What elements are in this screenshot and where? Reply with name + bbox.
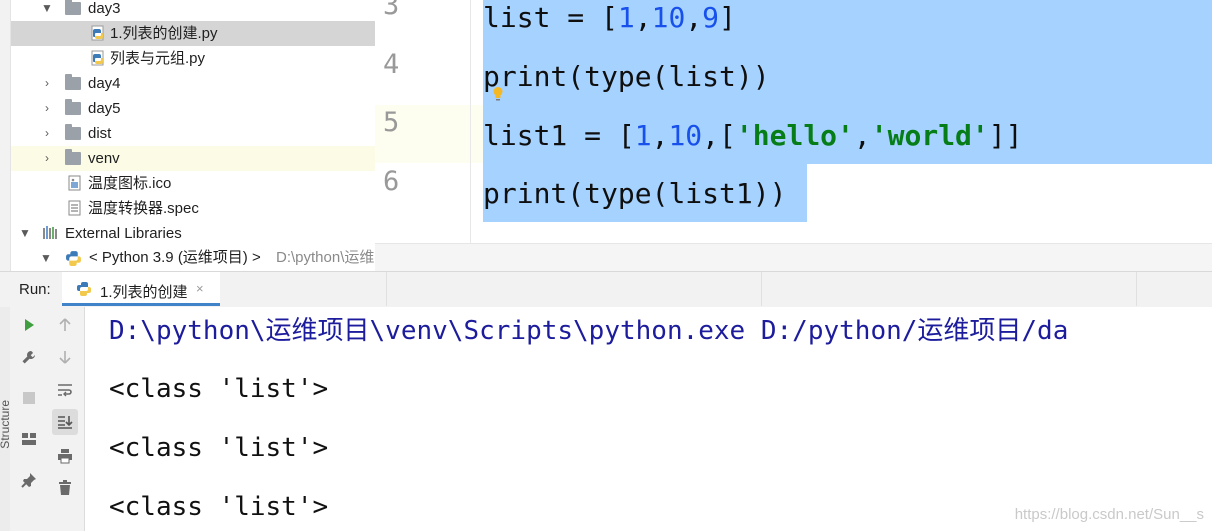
tree-item-list-create-py[interactable]: 1.列表的创建.py — [11, 21, 375, 46]
line-number: 5 — [375, 105, 470, 163]
chevron-right-icon[interactable]: › — [40, 96, 54, 121]
tree-item-temp-ico[interactable]: 温度图标.ico — [11, 171, 375, 196]
tree-item-label: 列表与元组.py — [110, 50, 206, 67]
stop-icon[interactable] — [16, 385, 42, 411]
python-sdk-label: < Python 3.9 (运维项目) > — [89, 249, 261, 266]
chevron-right-icon[interactable]: › — [40, 121, 54, 146]
code-editor[interactable]: 3 4 5 6 list = [1,10,9] print(type(list)… — [375, 0, 1212, 243]
tree-item-label: dist — [88, 125, 112, 142]
tree-item-label: venv — [88, 150, 120, 167]
python-file-icon — [91, 50, 104, 66]
tree-item-dist[interactable]: › dist — [11, 121, 375, 146]
run-panel-header: Run: 1.列表的创建 × — [0, 271, 1212, 308]
tree-item-list-tuple-py[interactable]: 列表与元组.py — [11, 46, 375, 71]
divider — [386, 272, 387, 306]
python-sdk-path: D:\python\运维 — [276, 249, 375, 266]
run-console[interactable]: D:\python\运维项目\venv\Scripts\python.exe D… — [85, 307, 1212, 531]
tree-item-day4[interactable]: › day4 — [11, 71, 375, 96]
chevron-down-icon[interactable]: ▼ — [40, 0, 54, 21]
trash-icon[interactable] — [52, 475, 78, 501]
arrow-down-icon[interactable] — [52, 344, 78, 370]
console-command-line: D:\python\运维项目\venv\Scripts\python.exe D… — [109, 316, 1069, 346]
libraries-icon — [43, 226, 57, 239]
folder-icon — [65, 124, 81, 140]
folder-icon — [65, 0, 81, 15]
tree-item-python-sdk[interactable]: ▼ < Python 3.9 (运维项目) > D:\python\运维 — [11, 246, 375, 270]
tree-item-day5[interactable]: › day5 — [11, 96, 375, 121]
play-icon[interactable] — [16, 312, 42, 338]
run-label: Run: — [19, 281, 51, 298]
run-toolbar — [0, 307, 85, 531]
watermark: https://blog.csdn.net/Sun__s — [1014, 506, 1204, 523]
divider — [1136, 272, 1137, 306]
code-line-6[interactable]: print(type(list1)) — [483, 170, 786, 228]
divider — [761, 272, 762, 306]
folder-icon — [65, 99, 81, 115]
pin-icon[interactable] — [16, 467, 42, 493]
line-number: 4 — [383, 49, 400, 80]
chevron-right-icon[interactable]: › — [40, 71, 54, 96]
print-icon[interactable] — [52, 443, 78, 469]
text-file-icon — [68, 200, 81, 216]
tree-item-venv[interactable]: › venv — [11, 146, 375, 171]
chevron-right-icon[interactable]: › — [40, 146, 54, 171]
python-icon — [66, 251, 81, 266]
structure-tool-label[interactable]: Structure — [0, 400, 10, 470]
line-number: 3 — [383, 0, 400, 21]
console-output-line: <class 'list'> — [109, 492, 329, 522]
tree-item-day3[interactable]: ▼ day3 — [11, 0, 375, 21]
code-line-4[interactable]: print(type(list)) — [483, 53, 770, 111]
lightbulb-icon[interactable] — [492, 86, 504, 102]
arrow-up-icon[interactable] — [52, 312, 78, 338]
left-tool-strip — [0, 0, 11, 271]
python-icon — [77, 282, 91, 296]
tree-item-label: 温度图标.ico — [88, 175, 172, 192]
tree-item-label: External Libraries — [65, 225, 182, 242]
wrench-icon[interactable] — [16, 344, 42, 370]
run-tab[interactable]: 1.列表的创建 × — [62, 272, 220, 306]
folder-icon — [65, 149, 81, 165]
chevron-down-icon[interactable]: ▼ — [40, 246, 52, 270]
console-output-line: <class 'list'> — [109, 433, 329, 463]
tree-item-external-libraries[interactable]: ▼ External Libraries — [11, 221, 375, 246]
python-file-icon — [91, 25, 104, 41]
scroll-to-end-icon[interactable] — [52, 409, 78, 435]
tree-item-temp-spec[interactable]: 温度转换器.spec — [11, 196, 375, 221]
chevron-down-icon[interactable]: ▼ — [18, 221, 32, 246]
image-file-icon — [68, 175, 81, 191]
tree-item-label: day3 — [88, 0, 121, 17]
line-number: 6 — [383, 166, 400, 197]
editor-footer — [375, 243, 1212, 272]
console-output-line: <class 'list'> — [109, 374, 329, 404]
tree-item-label: 温度转换器.spec — [88, 200, 199, 217]
tree-item-label: day4 — [88, 75, 121, 92]
tree-item-label: day5 — [88, 100, 121, 117]
code-line-3[interactable]: list = [1,10,9] — [483, 0, 736, 52]
tree-item-label: 1.列表的创建.py — [110, 25, 218, 42]
soft-wrap-icon[interactable] — [52, 377, 78, 403]
run-tab-label: 1.列表的创建 — [100, 284, 188, 301]
line-number-gutter: 3 4 5 6 — [375, 0, 471, 243]
folder-icon — [65, 74, 81, 90]
project-tree: ▼ day3 1.列表的创建.py 列表与元组.py › day4 › day5… — [0, 0, 375, 271]
code-line-5[interactable]: list1 = [1,10,['hello','world']] — [483, 112, 1023, 170]
close-icon[interactable]: × — [196, 281, 204, 296]
layout-icon[interactable] — [16, 426, 42, 452]
